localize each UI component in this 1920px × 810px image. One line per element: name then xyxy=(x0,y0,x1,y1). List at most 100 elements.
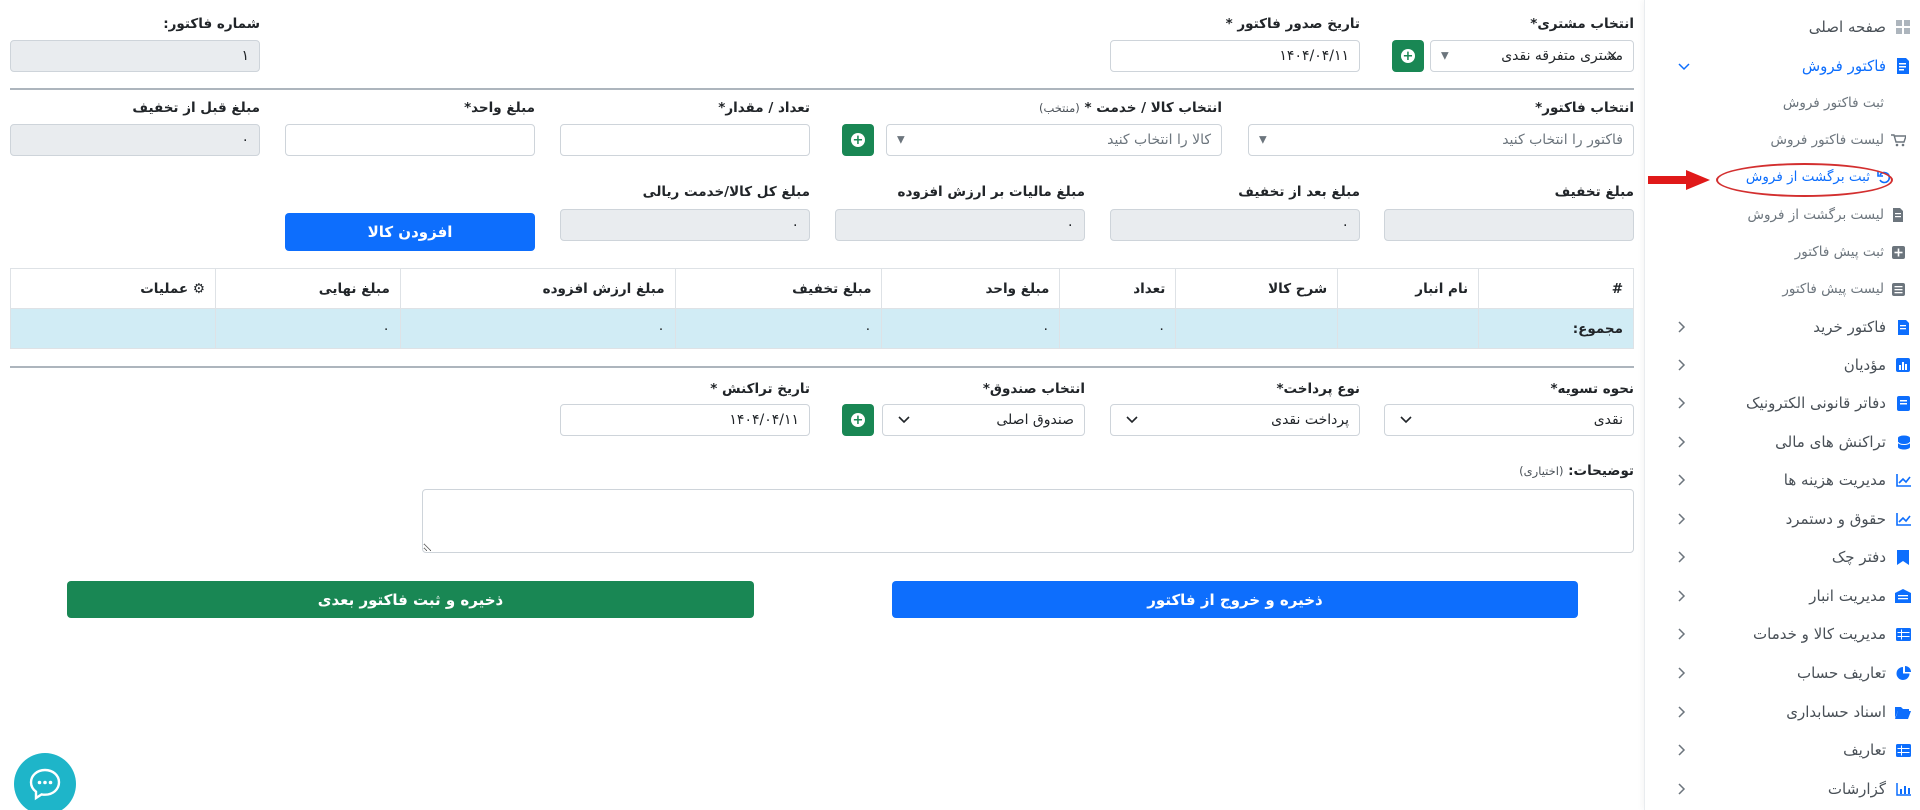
sidebar-item-label: مدیریت هزینه ها xyxy=(1783,471,1886,489)
sidebar-item-checkbook[interactable]: دفتر چک xyxy=(1832,542,1912,572)
notes-label-text: توضیحات: xyxy=(1568,463,1634,479)
sidebar-item-home[interactable]: صفحه اصلی xyxy=(1809,12,1912,42)
divider xyxy=(10,366,1634,368)
customer-value: مشتری متفرقه نقدی xyxy=(1501,48,1623,64)
after-discount-value: ۰ xyxy=(1341,217,1349,233)
chevron-right-icon[interactable] xyxy=(1675,705,1689,719)
table-header-row: # نام انبار شرح کالا تعداد مبلغ واحد مبل… xyxy=(10,268,1634,309)
chevron-right-icon[interactable] xyxy=(1675,589,1689,603)
submenu-proforma-register[interactable]: ثبت پیش فاکتور xyxy=(1795,239,1906,265)
sidebar-item-label: تعاریف حساب xyxy=(1796,664,1886,682)
chevron-right-icon[interactable] xyxy=(1675,666,1689,680)
chat-widget-button[interactable] xyxy=(14,753,76,810)
unit-price-input[interactable] xyxy=(285,124,535,156)
chevron-right-icon[interactable] xyxy=(1675,627,1689,641)
submenu-sales-list[interactable]: لیست فاکتور فروش xyxy=(1770,127,1906,153)
sidebar-item-reports[interactable]: گزارشات xyxy=(1828,774,1912,804)
table-icon xyxy=(1894,625,1912,643)
submenu-label: لیست فاکتور فروش xyxy=(1770,132,1884,148)
chevron-right-icon[interactable] xyxy=(1675,473,1689,487)
notes-textarea[interactable] xyxy=(422,489,1634,553)
sidebar-item-electronic-ledgers[interactable]: دفاتر قانونی الکترونیک xyxy=(1746,388,1912,418)
plus-square-icon xyxy=(1890,244,1906,260)
total-final: ۰ xyxy=(214,308,401,349)
add-item-button[interactable]: افزودن کالا xyxy=(285,213,535,251)
caret-down-icon: ▼ xyxy=(1441,50,1449,62)
discount-label: مبلغ تخفیف xyxy=(1554,184,1634,200)
sidebar-item-sales[interactable]: فاکتور فروش xyxy=(1802,51,1912,81)
table-total-row: مجموع: ۰ ۰ ۰ ۰ ۰ xyxy=(10,308,1634,349)
chevron-right-icon[interactable] xyxy=(1675,435,1689,449)
add-customer-button[interactable]: + xyxy=(1392,40,1424,72)
save-and-exit-button[interactable]: ذخیره و خروج از فاکتور xyxy=(892,581,1578,618)
coins-icon xyxy=(1894,433,1912,451)
sidebar-item-expenses[interactable]: مدیریت هزینه ها xyxy=(1784,465,1912,495)
select-product-label-text: انتخاب کالا / خدمت * xyxy=(1084,100,1222,116)
sidebar: صفحه اصلی فاکتور فروش ثبت فاکتور فروش لی… xyxy=(1644,0,1920,810)
add-cashbox-button[interactable]: + xyxy=(842,404,874,436)
invoice-select[interactable]: فاکتور را انتخاب کنید ▼ xyxy=(1248,124,1634,156)
chevron-right-icon[interactable] xyxy=(1675,320,1689,334)
settle-method-value: نقدی xyxy=(1593,412,1623,428)
chevron-right-icon[interactable] xyxy=(1675,743,1689,757)
submenu-proforma-list[interactable]: لیست پیش فاکتور xyxy=(1782,276,1906,302)
quantity-input[interactable] xyxy=(560,124,810,156)
sidebar-item-products[interactable]: مدیریت کالا و خدمات xyxy=(1753,619,1912,649)
sidebar-item-accounting-docs[interactable]: اسناد حسابداری xyxy=(1786,697,1912,727)
product-select[interactable]: کالا را انتخاب کنید ▼ xyxy=(886,124,1222,156)
sidebar-item-transactions[interactable]: تراکنش های مالی xyxy=(1775,427,1912,457)
submenu-sales-return-list[interactable]: لیست برگشت از فروش xyxy=(1748,202,1906,228)
vat-field: ۰ xyxy=(835,209,1085,241)
customer-select[interactable]: مشتری متفرقه نقدی × ▼ xyxy=(1430,40,1634,72)
cart-icon xyxy=(1890,132,1906,148)
item-total-field: ۰ xyxy=(560,209,810,241)
customer-label: انتخاب مشتری* xyxy=(1530,16,1634,32)
invoice-placeholder: فاکتور را انتخاب کنید xyxy=(1502,132,1623,148)
invoice-date-value: ۱۴۰۴/۰۴/۱۱ xyxy=(1279,48,1349,64)
pie-chart-icon xyxy=(1894,664,1912,682)
divider xyxy=(10,88,1634,90)
submenu-sales-return-register[interactable]: ثبت برگشت از فروش xyxy=(1746,164,1892,190)
sidebar-item-taxpayers[interactable]: مؤدیان xyxy=(1844,350,1912,380)
total-unit-price: ۰ xyxy=(881,308,1061,349)
gears-icon: ⚙ xyxy=(192,280,205,297)
chevron-right-icon[interactable] xyxy=(1675,550,1689,564)
sidebar-item-label: تراکنش های مالی xyxy=(1775,433,1886,451)
invoice-number-label: شماره فاکتور: xyxy=(163,16,260,32)
before-discount-value: ۰ xyxy=(241,132,249,148)
sidebar-item-purchase[interactable]: فاکتور خرید xyxy=(1813,312,1912,342)
item-total-value: ۰ xyxy=(791,217,799,233)
total-quantity: ۰ xyxy=(1059,308,1177,349)
blank-icon xyxy=(1890,95,1906,111)
sidebar-item-definitions[interactable]: تعاریف xyxy=(1843,735,1912,765)
save-and-next-button[interactable]: ذخیره و ثبت فاکتور بعدی xyxy=(67,581,754,618)
chevron-right-icon[interactable] xyxy=(1675,782,1689,796)
settle-method-select[interactable]: نقدی xyxy=(1384,404,1634,436)
chevron-down-icon[interactable] xyxy=(1677,60,1691,74)
invoice-date-input[interactable]: ۱۴۰۴/۰۴/۱۱ xyxy=(1110,40,1360,72)
payment-type-select[interactable]: پرداخت نقدی xyxy=(1110,404,1360,436)
quantity-label: تعداد / مقدار* xyxy=(718,100,810,116)
item-total-label: مبلغ کل کالا/خدمت ریالی xyxy=(642,184,810,200)
clear-icon[interactable]: × xyxy=(1607,49,1618,64)
bookmark-icon xyxy=(1894,548,1912,566)
transaction-date-label: تاریخ تراکنش * xyxy=(710,381,810,397)
chevron-right-icon[interactable] xyxy=(1675,396,1689,410)
sidebar-item-warehouse[interactable]: مدیریت انبار xyxy=(1809,581,1912,611)
sidebar-item-account-definitions[interactable]: تعاریف حساب xyxy=(1797,658,1912,688)
invoice-number-field: ۱ xyxy=(10,40,260,72)
unit-price-label: مبلغ واحد* xyxy=(464,100,535,116)
transaction-date-input[interactable]: ۱۴۰۴/۰۴/۱۱ xyxy=(560,404,810,436)
cashbox-select[interactable]: صندوق اصلی xyxy=(882,404,1085,436)
cashbox-value: صندوق اصلی xyxy=(996,412,1074,428)
add-product-button[interactable]: + xyxy=(842,124,874,156)
line-chart-icon xyxy=(1894,471,1912,489)
folder-open-icon xyxy=(1894,703,1912,721)
chevron-right-icon[interactable] xyxy=(1675,358,1689,372)
chevron-right-icon[interactable] xyxy=(1675,512,1689,526)
sidebar-item-payroll[interactable]: حقوق و دستمرد xyxy=(1786,504,1912,534)
col-header-vat: مبلغ ارزش افزوده xyxy=(399,268,676,309)
caret-down-icon: ▼ xyxy=(1259,134,1267,146)
cashbox-label: انتخاب صندوق* xyxy=(982,381,1085,397)
submenu-sales-register[interactable]: ثبت فاکتور فروش xyxy=(1783,90,1906,116)
